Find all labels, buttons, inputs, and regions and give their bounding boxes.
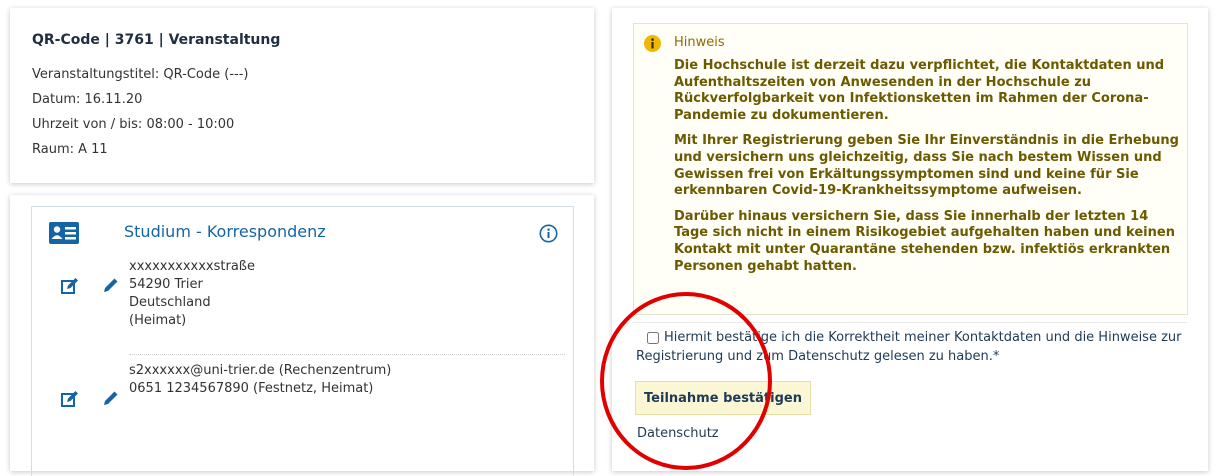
consent-label[interactable]: Hiermit bestätige ich die Korrektheit me… [636, 328, 1184, 366]
postal-address: xxxxxxxxxxxstraße 54290 Trier Deutschlan… [129, 258, 255, 330]
phone-number: 0651 1234567890 (Festnetz, Heimat) [129, 381, 374, 396]
consent-divider [633, 322, 1188, 323]
notice-paragraph: Darüber hinaus versichern Sie, dass Sie … [674, 208, 1175, 274]
event-room-line: Raum: A 11 [32, 142, 108, 157]
event-title-line: Veranstaltungstitel: QR-Code (---) [32, 67, 249, 82]
contact-details: s2xxxxxx@uni-trier.de (Rechenzentrum) 06… [129, 362, 391, 398]
confirm-participation-button[interactable]: Teilnahme bestätigen [635, 381, 811, 415]
address-street: xxxxxxxxxxxstraße [129, 259, 255, 274]
email-address: s2xxxxxx@uni-trier.de (Rechenzentrum) [129, 363, 392, 378]
event-date-line: Datum: 16.11.20 [32, 92, 143, 107]
consent-checkbox[interactable] [647, 332, 659, 344]
notice-paragraph: Die Hochschule ist derzeit dazu verpflic… [674, 58, 1165, 123]
address-city: 54290 Trier [129, 277, 203, 292]
event-time-line: Uhrzeit von / bis: 08:00 - 10:00 [32, 117, 235, 132]
edit-address-icon[interactable] [61, 277, 79, 299]
correspondence-divider [129, 354, 565, 355]
notice-label: Hinweis [674, 35, 725, 50]
notice-body: Die Hochschule ist derzeit dazu verpflic… [674, 58, 1186, 284]
correspondence-card: Studium - Korrespondenz xxxxxxxxxxxstraß… [10, 195, 594, 476]
pencil-icon[interactable] [103, 277, 119, 297]
info-circle-icon[interactable] [539, 224, 558, 247]
id-card-icon [49, 222, 79, 248]
pencil-icon[interactable] [103, 390, 119, 410]
edit-contact-icon[interactable] [61, 390, 79, 412]
privacy-link[interactable]: Datenschutz [637, 426, 719, 441]
address-type: (Heimat) [129, 313, 187, 328]
notice-paragraph: Mit Ihrer Registrierung geben Sie Ihr Ei… [674, 133, 1179, 199]
address-country: Deutschland [129, 295, 211, 310]
correspondence-title: Studium - Korrespondenz [124, 222, 326, 241]
registration-card: Hinweis Die Hochschule ist derzeit dazu … [612, 8, 1208, 471]
event-card-title: QR-Code | 3761 | Veranstaltung [32, 32, 281, 48]
info-circle-icon [644, 35, 661, 56]
qr-event-card: QR-Code | 3761 | Veranstaltung Veranstal… [10, 8, 594, 183]
correspondence-panel: Studium - Korrespondenz xxxxxxxxxxxstraß… [31, 206, 574, 476]
notice-box: Hinweis Die Hochschule ist derzeit dazu … [633, 23, 1188, 315]
